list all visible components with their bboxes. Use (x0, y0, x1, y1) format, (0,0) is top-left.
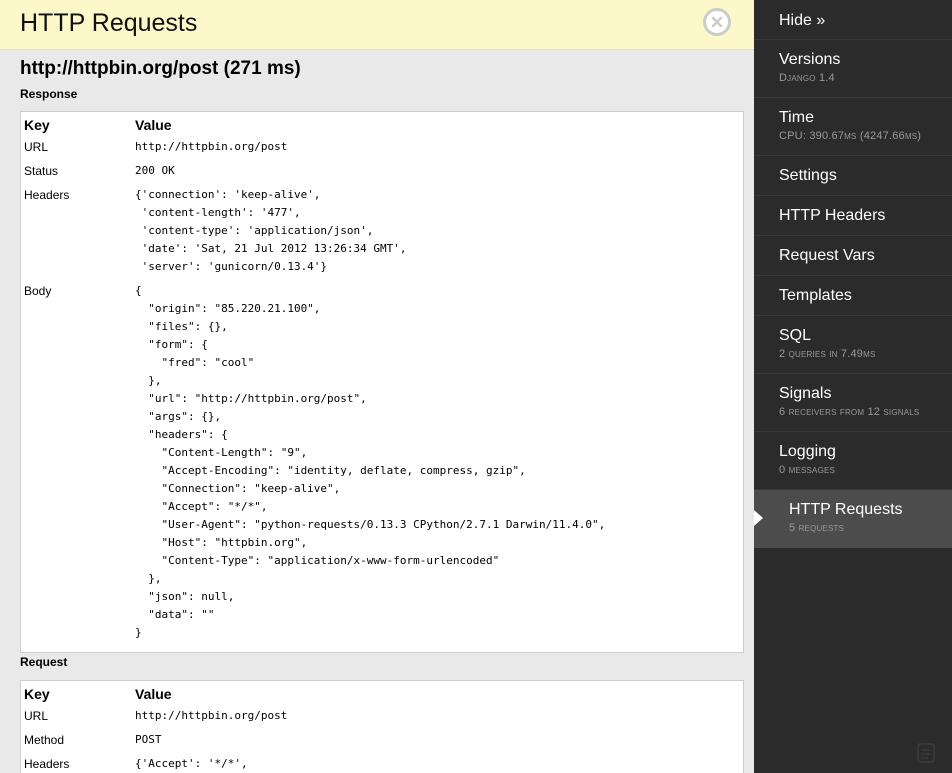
corner-mark-icon (917, 743, 935, 763)
table-row: Status 200 OK (21, 160, 743, 184)
sidebar-item-templates[interactable]: Templates (754, 276, 952, 316)
toolbar-sidebar: Hide » Versions Django 1.4 Time CPU: 390… (754, 0, 952, 773)
panel-title: HTTP Requests (20, 9, 198, 37)
sidebar-item-title: Templates (779, 287, 852, 304)
sidebar-item-subtitle: 0 messages (779, 464, 836, 476)
sidebar-item-title: Settings (779, 167, 837, 184)
sidebar-item-http-requests[interactable]: HTTP Requests 5 requests (754, 490, 952, 548)
sidebar-item-subtitle: CPU: 390.67ms (4247.66ms) (779, 130, 922, 142)
sidebar-item-signals[interactable]: Signals 6 receivers from 12 signals (754, 374, 952, 432)
table-row: URL http://httpbin.org/post (21, 705, 743, 729)
table-header-row: Key Value (21, 115, 743, 136)
sidebar-item-request-vars[interactable]: Request Vars (754, 236, 952, 276)
table-row: Headers {'connection': 'keep-alive', 'co… (21, 184, 743, 280)
panel-content: HTTP Requests http://httpbin.org/post (2… (0, 0, 754, 773)
row-key: URL (24, 709, 49, 723)
row-key: Headers (24, 188, 70, 202)
response-table: Key Value URL http://httpbin.org/post St… (20, 111, 744, 653)
row-key: Method (24, 733, 65, 747)
panel-body: http://httpbin.org/post (271 ms) Respons… (20, 56, 744, 773)
sidebar-item-subtitle: Django 1.4 (779, 72, 835, 84)
request-table: Key Value URL http://httpbin.org/post Me… (20, 680, 744, 773)
row-value: 200 OK (135, 164, 175, 177)
table-header-row: Key Value (21, 684, 743, 705)
table-row: Headers {'Accept': '*/*', 'Accept-Encodi… (21, 753, 743, 773)
sidebar-item-title: Signals (779, 385, 832, 402)
sidebar-item-time[interactable]: Time CPU: 390.67ms (4247.66ms) (754, 98, 952, 156)
sidebar-item-logging[interactable]: Logging 0 messages (754, 432, 952, 490)
key-column-header: Key (24, 117, 50, 133)
sidebar-item-subtitle: 2 queries in 7.49ms (779, 348, 876, 360)
row-value: http://httpbin.org/post (135, 140, 288, 153)
row-key: Body (24, 284, 52, 298)
hide-toolbar-link[interactable]: Hide » (754, 0, 952, 40)
value-column-header: Value (135, 686, 172, 702)
value-column-header: Value (135, 117, 172, 133)
row-key: URL (24, 140, 49, 154)
response-label: Response (20, 87, 78, 101)
row-value: http://httpbin.org/post (135, 709, 288, 722)
key-column-header: Key (24, 686, 50, 702)
sidebar-item-title: Versions (779, 51, 841, 68)
active-indicator-icon (754, 510, 763, 526)
row-value: { "origin": "85.220.21.100", "files": {}… (135, 284, 606, 639)
row-value: POST (135, 733, 162, 746)
table-row: Method POST (21, 729, 743, 753)
request-label: Request (20, 655, 68, 669)
sidebar-item-subtitle: 5 requests (789, 522, 845, 534)
close-button[interactable] (703, 8, 731, 36)
sidebar-item-title: Time (779, 109, 814, 126)
sidebar-item-sql[interactable]: SQL 2 queries in 7.49ms (754, 316, 952, 374)
sidebar-item-title: Logging (779, 443, 836, 460)
hide-label: Hide » (779, 12, 826, 29)
table-row: Body { "origin": "85.220.21.100", "files… (21, 280, 743, 646)
sidebar-item-title: HTTP Requests (789, 501, 903, 518)
table-row: URL http://httpbin.org/post (21, 136, 743, 160)
sidebar-item-versions[interactable]: Versions Django 1.4 (754, 40, 952, 98)
row-value: {'connection': 'keep-alive', 'content-le… (135, 188, 407, 273)
sidebar-item-title: Request Vars (779, 247, 875, 264)
sidebar-item-title: HTTP Headers (779, 207, 886, 224)
sidebar-item-subtitle: 6 receivers from 12 signals (779, 406, 920, 418)
row-key: Headers (24, 757, 70, 771)
sidebar-item-http-headers[interactable]: HTTP Headers (754, 196, 952, 236)
row-key: Status (24, 164, 59, 178)
panel-header: HTTP Requests (0, 0, 754, 50)
sidebar-item-settings[interactable]: Settings (754, 156, 952, 196)
row-value: {'Accept': '*/*', 'Accept-Encoding': 'id… (135, 757, 248, 770)
sidebar-item-title: SQL (779, 327, 812, 344)
close-icon (711, 16, 723, 28)
request-heading: http://httpbin.org/post (271 ms) (20, 58, 301, 79)
